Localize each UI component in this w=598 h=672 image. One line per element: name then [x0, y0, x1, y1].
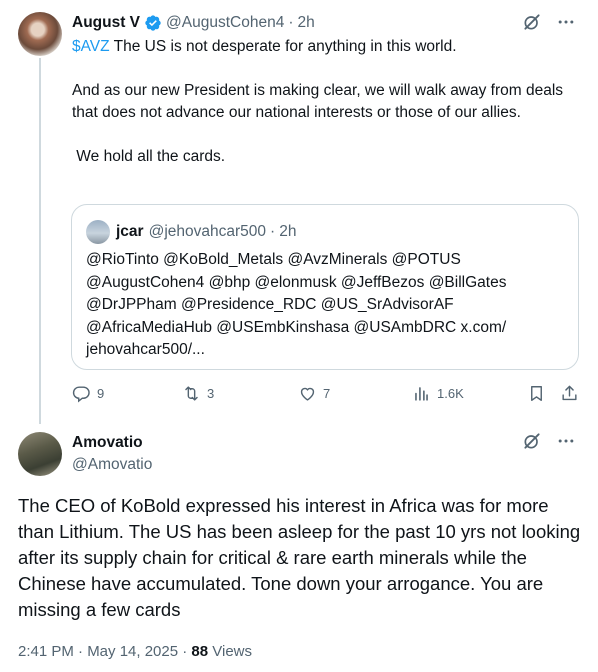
reply-handle[interactable]: @Amovatio [72, 454, 152, 476]
more-icon[interactable] [556, 431, 576, 451]
grok-icon[interactable] [522, 431, 542, 451]
like-button[interactable]: 7 [298, 384, 330, 403]
reply-meta: 2:41 PM · May 14, 2025 · 88 Views [18, 643, 252, 660]
repost-button[interactable]: 3 [182, 384, 214, 403]
tweet-text: $AVZ The US is not desperate for anythin… [72, 36, 582, 168]
timestamp[interactable]: 2h [298, 14, 315, 32]
reply-count: 9 [97, 386, 105, 401]
tweet-top-actions [522, 12, 576, 32]
avatar-august[interactable] [18, 12, 62, 56]
like-icon [300, 387, 315, 401]
reply-button[interactable]: 9 [72, 384, 104, 403]
quoted-separator: · [270, 223, 276, 240]
quoted-timestamp: 2h [279, 223, 297, 240]
share-button[interactable] [560, 384, 579, 403]
handle[interactable]: @AugustCohen4 [166, 14, 284, 32]
tweet-august[interactable]: August V @AugustCohen4 · 2h $AVZ The US … [0, 0, 598, 424]
avatar-amovatio[interactable] [18, 432, 62, 476]
cashtag-link[interactable]: $AVZ [72, 38, 110, 55]
more-icon[interactable] [556, 12, 576, 32]
tweet-header: August V @AugustCohen4 · 2h [72, 12, 315, 34]
repost-icon [185, 386, 198, 401]
repost-count: 3 [207, 386, 215, 401]
reply-views-count: 88 [191, 643, 209, 660]
quoted-tweet[interactable]: jcar @jehovahcar500 · 2h @RioTinto @KoBo… [71, 204, 579, 370]
like-count: 7 [323, 386, 331, 401]
reply-display-name[interactable]: Amovatio [72, 432, 152, 454]
thread-line [39, 58, 41, 424]
grok-icon[interactable] [522, 12, 542, 32]
verified-badge-icon [145, 15, 161, 31]
share-icon [562, 385, 577, 401]
quoted-display-name: jcar [116, 223, 144, 240]
reply-timestamp[interactable]: 2:41 PM · May 14, 2025 · [18, 643, 191, 660]
views-count: 1.6K [437, 386, 464, 401]
reply-header: Amovatio @Amovatio [72, 432, 152, 476]
tweet-text-line2: And as our new President is making clear… [72, 82, 564, 121]
reply-icon [72, 386, 90, 403]
separator: · [288, 14, 294, 31]
views-icon [415, 387, 428, 401]
tweet-actions: 9 3 7 1.6K [72, 384, 582, 408]
quoted-tweet-header: jcar @jehovahcar500 · 2h [116, 221, 296, 243]
quoted-handle: @jehovahcar500 [148, 223, 267, 240]
reply-views-label: Views [208, 643, 253, 660]
tweet-text-line3: We hold all the cards. [72, 148, 226, 165]
reply-top-actions [522, 431, 576, 451]
tweet-text-line1: The US is not desperate for anything in … [109, 38, 457, 55]
reply-text: The CEO of KoBold expressed his interest… [18, 495, 581, 620]
bookmark-icon [531, 386, 542, 401]
display-name[interactable]: August V [72, 14, 140, 32]
quoted-tweet-text: @RioTinto @KoBold_Metals @AvzMinerals @P… [86, 251, 507, 358]
views-button[interactable]: 1.6K [412, 384, 464, 403]
avatar-jcar [86, 220, 110, 244]
bookmark-button[interactable] [527, 384, 546, 403]
